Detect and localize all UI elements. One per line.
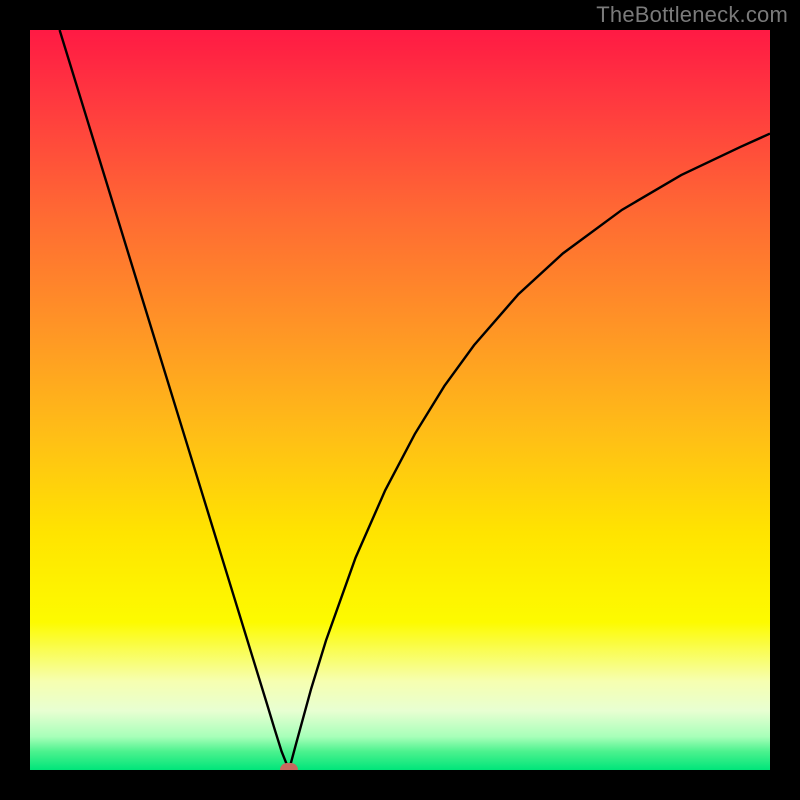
chart-svg [30,30,770,770]
plot-area [30,30,770,770]
chart-container: TheBottleneck.com [0,0,800,800]
watermark-text: TheBottleneck.com [596,2,788,28]
optimum-marker [280,763,298,770]
gradient-background [30,30,770,770]
